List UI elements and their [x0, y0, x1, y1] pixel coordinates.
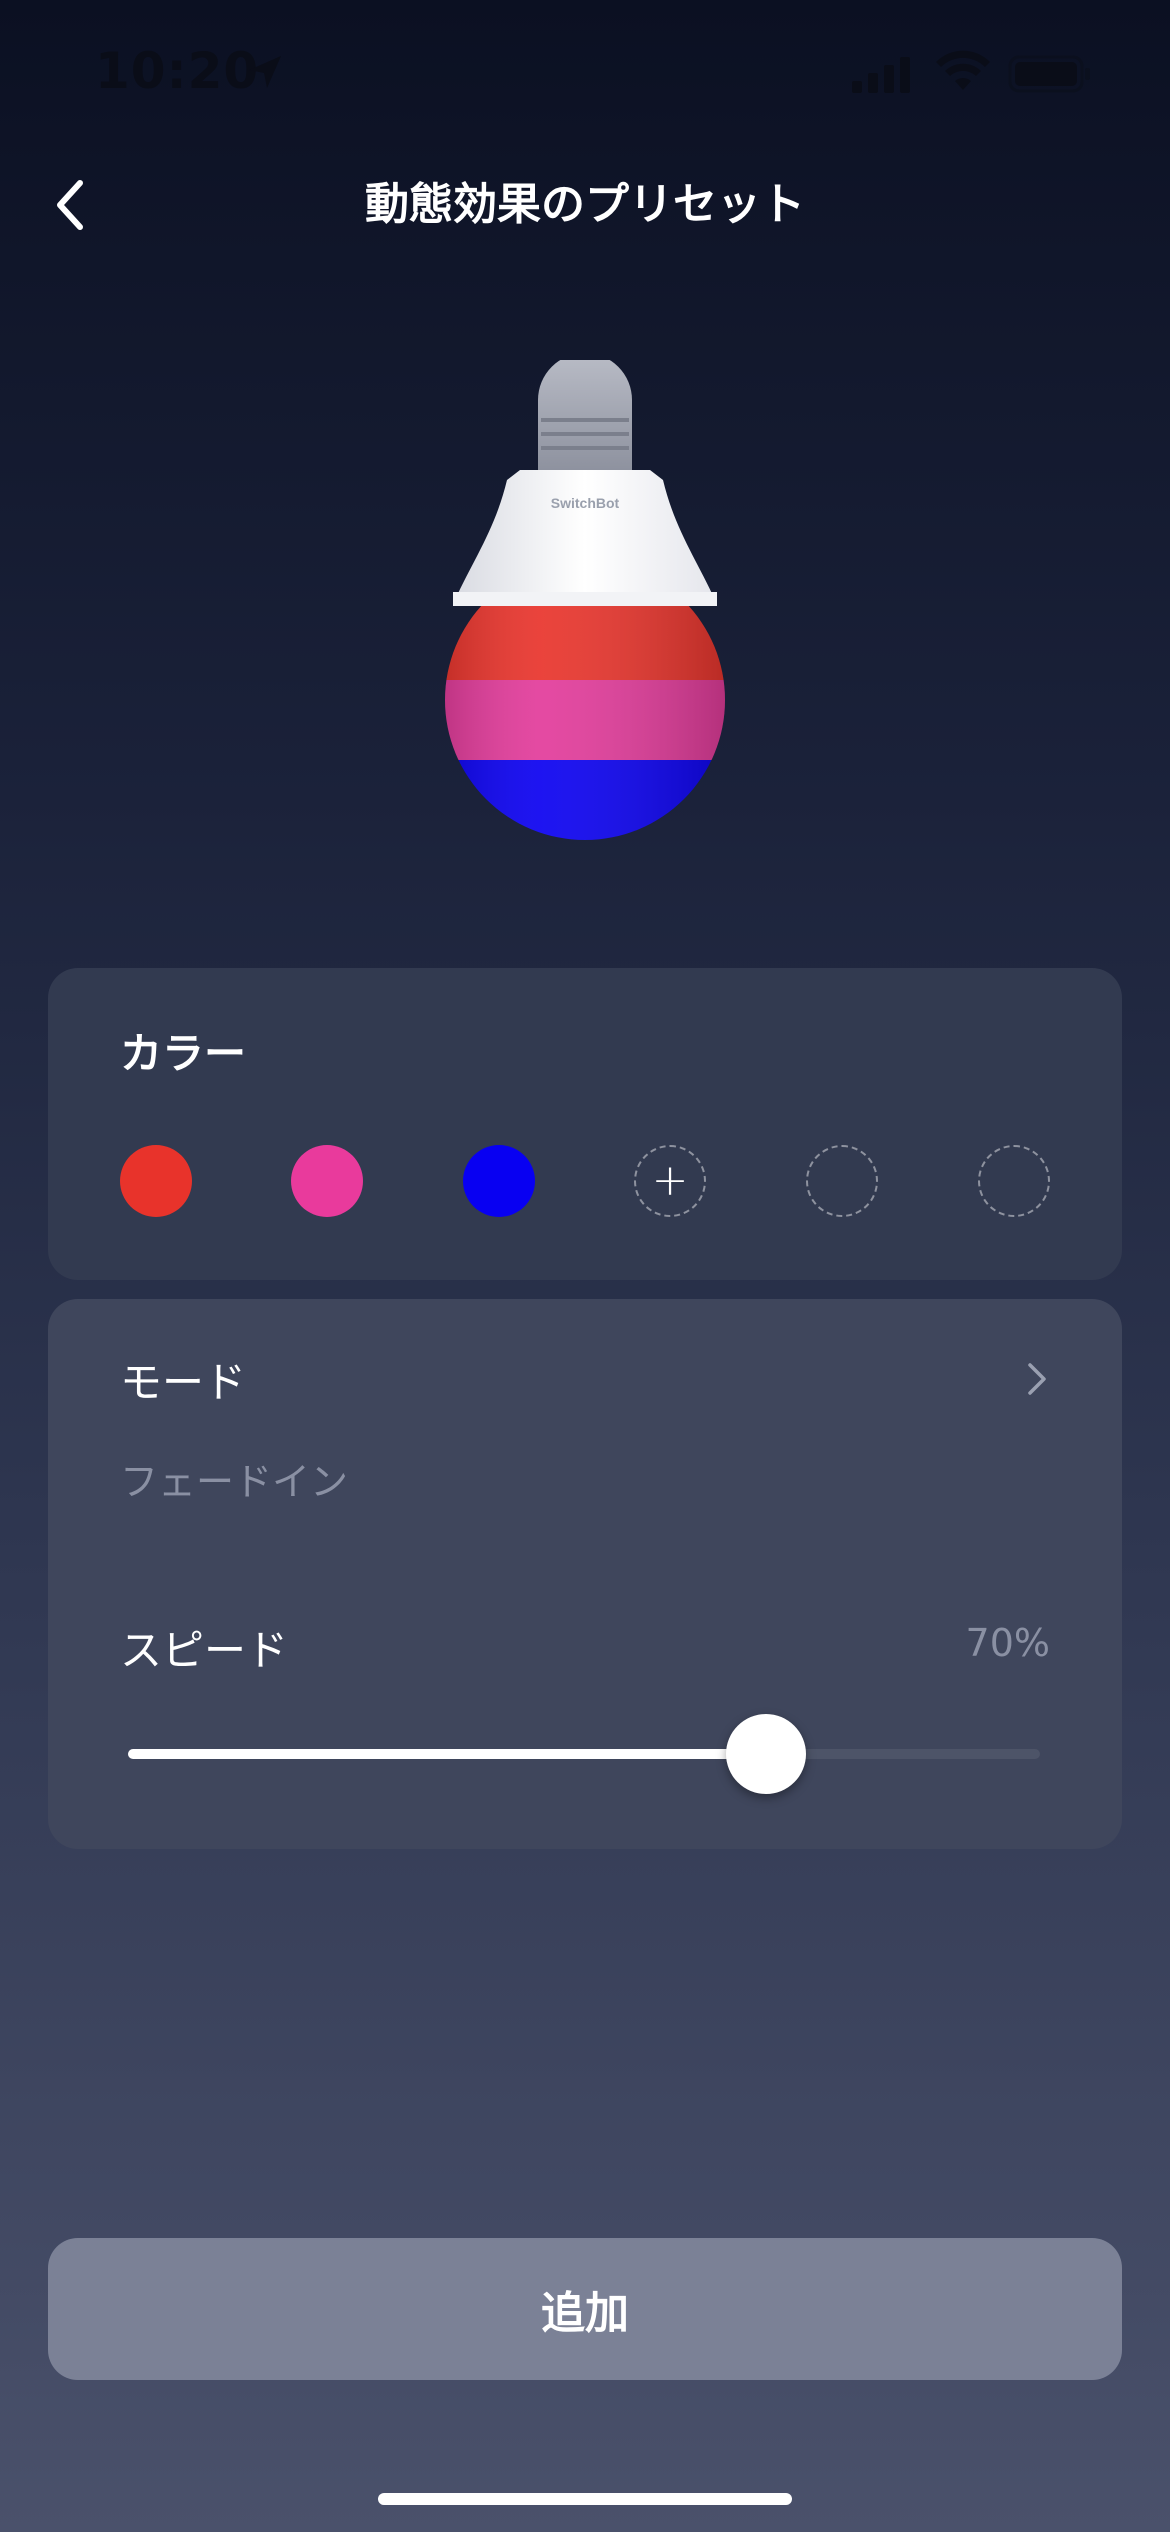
plus-icon: + — [651, 1155, 689, 1206]
mode-speed-card: モード フェードイン スピード 70% — [48, 1299, 1122, 1849]
status-time: 10:20 — [95, 42, 260, 100]
add-button[interactable]: 追加 — [48, 2238, 1122, 2380]
add-color-button[interactable]: + — [634, 1145, 706, 1217]
back-button[interactable] — [40, 170, 100, 240]
color-card: カラー + — [48, 968, 1122, 1280]
home-indicator — [378, 2493, 792, 2505]
empty-color-slot[interactable] — [978, 1145, 1050, 1217]
speed-label: スピード — [120, 1626, 289, 1675]
bulb-brand: SwitchBot — [551, 495, 620, 511]
empty-color-slot[interactable] — [806, 1145, 878, 1217]
status-bar: 10:20 — [0, 0, 1170, 150]
cellular-signal-icon — [852, 57, 910, 93]
chevron-left-icon — [57, 180, 83, 230]
wifi-icon — [936, 50, 990, 90]
speed-slider-fill — [128, 1749, 767, 1759]
color-swatch-blue[interactable] — [463, 1145, 535, 1217]
mode-row[interactable] — [48, 1299, 1122, 1559]
speed-value: 70% — [965, 1621, 1050, 1665]
mode-value: フェードイン — [120, 1460, 349, 1504]
chevron-right-icon — [1028, 1363, 1046, 1395]
color-swatch-red[interactable] — [120, 1145, 192, 1217]
mode-label: モード — [120, 1358, 247, 1407]
color-section-title: カラー — [120, 1029, 247, 1078]
battery-icon — [1008, 55, 1090, 93]
location-arrow-icon — [249, 56, 281, 88]
speed-slider-thumb[interactable] — [726, 1714, 807, 1794]
page-title: 動態効果のプリセット — [365, 179, 805, 230]
bulb-illustration: SwitchBot — [445, 360, 725, 840]
color-swatch-pink[interactable] — [291, 1145, 363, 1217]
